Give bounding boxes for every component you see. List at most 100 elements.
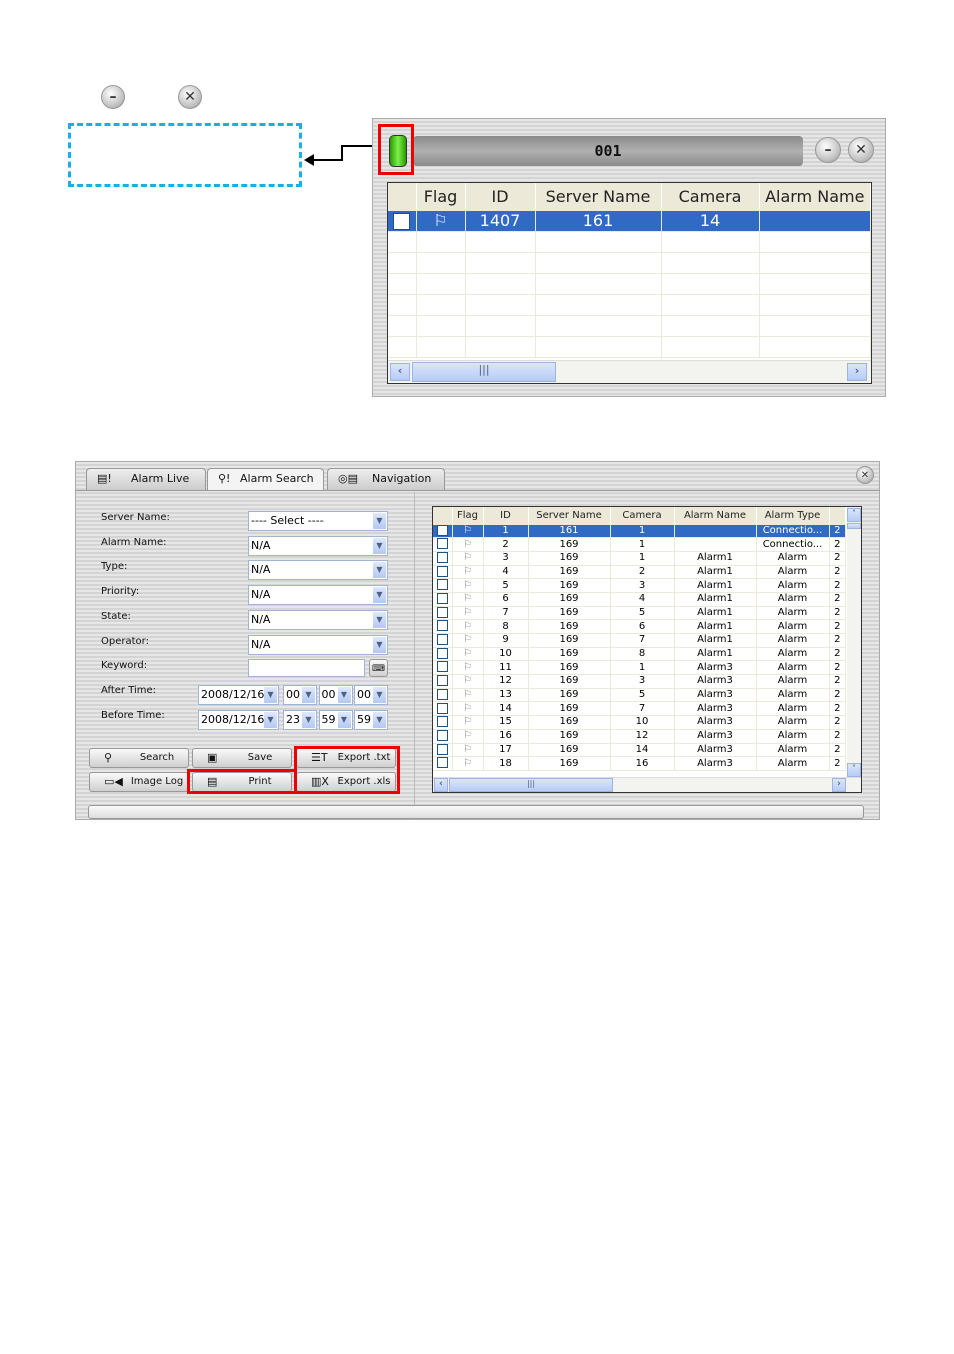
- column-header[interactable]: Alarm Type: [756, 507, 830, 525]
- image-log-button[interactable]: ▭◀ Image Log: [89, 772, 189, 792]
- priority-dropdown[interactable]: N/A ▼: [248, 585, 388, 606]
- alarm-name-dropdown[interactable]: N/A ▼: [248, 535, 388, 556]
- table-row[interactable]: ⚐ 8 169 6 Alarm1 Alarm 2: [433, 619, 846, 634]
- table-row[interactable]: ⚐ 12 169 3 Alarm3 Alarm 2: [433, 674, 846, 689]
- row-checkbox[interactable]: [436, 743, 448, 755]
- table-row[interactable]: ⚐ 10 169 8 Alarm1 Alarm 2: [433, 647, 846, 662]
- navigation-icon: ◎▤: [338, 472, 358, 485]
- before-date-dropdown[interactable]: 2008/12/16 ▼: [198, 709, 279, 730]
- before-h-dropdown[interactable]: 23 ▼: [283, 709, 317, 730]
- table-row[interactable]: ⚐ 13 169 5 Alarm3 Alarm 2: [433, 688, 846, 703]
- column-header[interactable]: Camera: [661, 183, 760, 211]
- flag-icon: ⚐: [463, 675, 472, 687]
- flag-icon: ⚐: [463, 730, 472, 742]
- table-row[interactable]: ⚐ 17 169 14 Alarm3 Alarm 2: [433, 743, 846, 758]
- keyword-input[interactable]: [248, 659, 365, 677]
- window-title: 001: [413, 136, 803, 166]
- tab-alarm-search[interactable]: ⚲! Alarm Search: [207, 468, 324, 491]
- flag-icon: ⚐: [463, 634, 472, 646]
- row-checkbox[interactable]: [436, 688, 448, 700]
- highlight-print-button: [187, 769, 297, 794]
- type-dropdown[interactable]: N/A ▼: [248, 560, 388, 581]
- column-header[interactable]: ID: [483, 507, 529, 525]
- callout-box: [68, 123, 302, 187]
- after-s-dropdown[interactable]: 00 ▼: [354, 685, 388, 705]
- flag-icon: ⚐: [433, 211, 448, 230]
- column-header[interactable]: Camera: [610, 507, 675, 525]
- row-checkbox[interactable]: [436, 524, 448, 536]
- before-m-dropdown[interactable]: 59 ▼: [318, 709, 353, 730]
- tab-navigation[interactable]: ◎▤ Navigation: [327, 468, 445, 490]
- row-checkbox[interactable]: [436, 620, 448, 632]
- row-checkbox[interactable]: [436, 634, 448, 646]
- table-row[interactable]: ⚐ 14 169 7 Alarm3 Alarm 2: [433, 701, 846, 717]
- empty-row: [388, 273, 871, 295]
- minimize-icon: –: [101, 85, 125, 109]
- table-row[interactable]: ⚐ 3 169 1 Alarm1 Alarm 2: [433, 551, 846, 566]
- empty-row: [388, 294, 871, 316]
- keyboard-button[interactable]: ⌨: [369, 659, 388, 677]
- table-row[interactable]: ⚐ 16 169 12 Alarm3 Alarm 2: [433, 729, 846, 744]
- table-row[interactable]: ⚐ 15 169 10 Alarm3 Alarm 2: [433, 715, 846, 730]
- after-date-dropdown[interactable]: 2008/12/16 ▼: [198, 685, 279, 705]
- row-checkbox[interactable]: [436, 606, 448, 618]
- horizontal-scrollbar[interactable]: ‹ ||| ›: [388, 360, 871, 383]
- search-button[interactable]: ⚲ Search: [89, 748, 189, 768]
- row-checkbox[interactable]: [436, 647, 448, 659]
- table-row[interactable]: ⚐ 11 169 1 Alarm3 Alarm 2: [433, 660, 846, 676]
- after-h-dropdown[interactable]: 00 ▼: [283, 685, 317, 705]
- before-s-dropdown[interactable]: 59 ▼: [354, 709, 388, 730]
- vertical-scrollbar[interactable]: ˄ ˅: [847, 507, 861, 778]
- table-row[interactable]: ⚐ 5 169 3 Alarm1 Alarm 2: [433, 578, 846, 593]
- operator-dropdown[interactable]: N/A ▼: [248, 634, 388, 655]
- minimize-button[interactable]: –: [815, 137, 841, 163]
- table-row[interactable]: ⚐ 1407 161 14: [388, 210, 871, 232]
- column-header[interactable]: Flag: [452, 507, 484, 525]
- column-header[interactable]: Server Name: [528, 507, 611, 525]
- row-checkbox[interactable]: [436, 579, 448, 591]
- scroll-thumb[interactable]: |||: [412, 362, 556, 382]
- row-checkbox[interactable]: [393, 213, 411, 230]
- image-log-icon: ▭◀: [104, 775, 123, 788]
- server-name-dropdown[interactable]: ---- Select ---- ▼: [248, 511, 388, 531]
- table-row[interactable]: ⚐ 9 169 7 Alarm1 Alarm 2: [433, 633, 846, 648]
- table-row[interactable]: ⚐ 18 169 16 Alarm3 Alarm 2: [433, 756, 846, 771]
- row-checkbox[interactable]: [436, 716, 448, 728]
- table-row[interactable]: ⚐ 2 169 1 Connectio... 2: [433, 537, 846, 552]
- after-m-dropdown[interactable]: 00 ▼: [318, 685, 353, 705]
- table-row[interactable]: ⚐ 1 161 1 Connectio... 2: [433, 524, 846, 539]
- horizontal-scrollbar[interactable]: ‹ ||| ›: [433, 777, 861, 792]
- close-button[interactable]: ✕: [856, 466, 874, 484]
- row-checkbox[interactable]: [436, 675, 448, 687]
- alarm-live-window: 001 – ✕ Flag ID Server Name Camera Alarm Nam…: [372, 118, 886, 397]
- table-row[interactable]: ⚐ 4 169 2 Alarm1 Alarm 2: [433, 565, 846, 580]
- close-button[interactable]: ✕: [848, 137, 874, 163]
- column-header[interactable]: Alarm Name: [674, 507, 757, 525]
- row-checkbox[interactable]: [436, 565, 448, 577]
- column-header[interactable]: Server Name: [535, 183, 662, 211]
- row-checkbox[interactable]: [436, 702, 448, 714]
- column-header[interactable]: Alarm Name: [759, 183, 871, 211]
- tab-alarm-live[interactable]: ▤! Alarm Live: [86, 468, 206, 490]
- flag-icon: ⚐: [463, 593, 472, 605]
- flag-icon: ⚐: [463, 552, 472, 564]
- row-checkbox[interactable]: [436, 551, 448, 563]
- flag-icon: ⚐: [463, 524, 472, 536]
- row-checkbox[interactable]: [436, 757, 448, 769]
- scroll-thumb[interactable]: |||: [449, 778, 613, 792]
- empty-row: [388, 231, 871, 253]
- row-checkbox[interactable]: [436, 661, 448, 673]
- column-header[interactable]: Flag: [416, 183, 466, 211]
- alarm-search-results-table: Flag ID Server Name Camera Alarm Name Alarm T…: [432, 506, 862, 793]
- table-row[interactable]: ⚐ 7 169 5 Alarm1 Alarm 2: [433, 606, 846, 621]
- column-header[interactable]: [829, 507, 846, 525]
- save-button[interactable]: ▣ Save: [192, 748, 292, 768]
- state-dropdown[interactable]: N/A ▼: [248, 609, 388, 630]
- column-header[interactable]: [388, 183, 417, 211]
- column-header[interactable]: [433, 507, 453, 525]
- column-header[interactable]: ID: [465, 183, 536, 211]
- row-checkbox[interactable]: [436, 538, 448, 550]
- row-checkbox[interactable]: [436, 593, 448, 605]
- table-row[interactable]: ⚐ 6 169 4 Alarm1 Alarm 2: [433, 592, 846, 607]
- row-checkbox[interactable]: [436, 729, 448, 741]
